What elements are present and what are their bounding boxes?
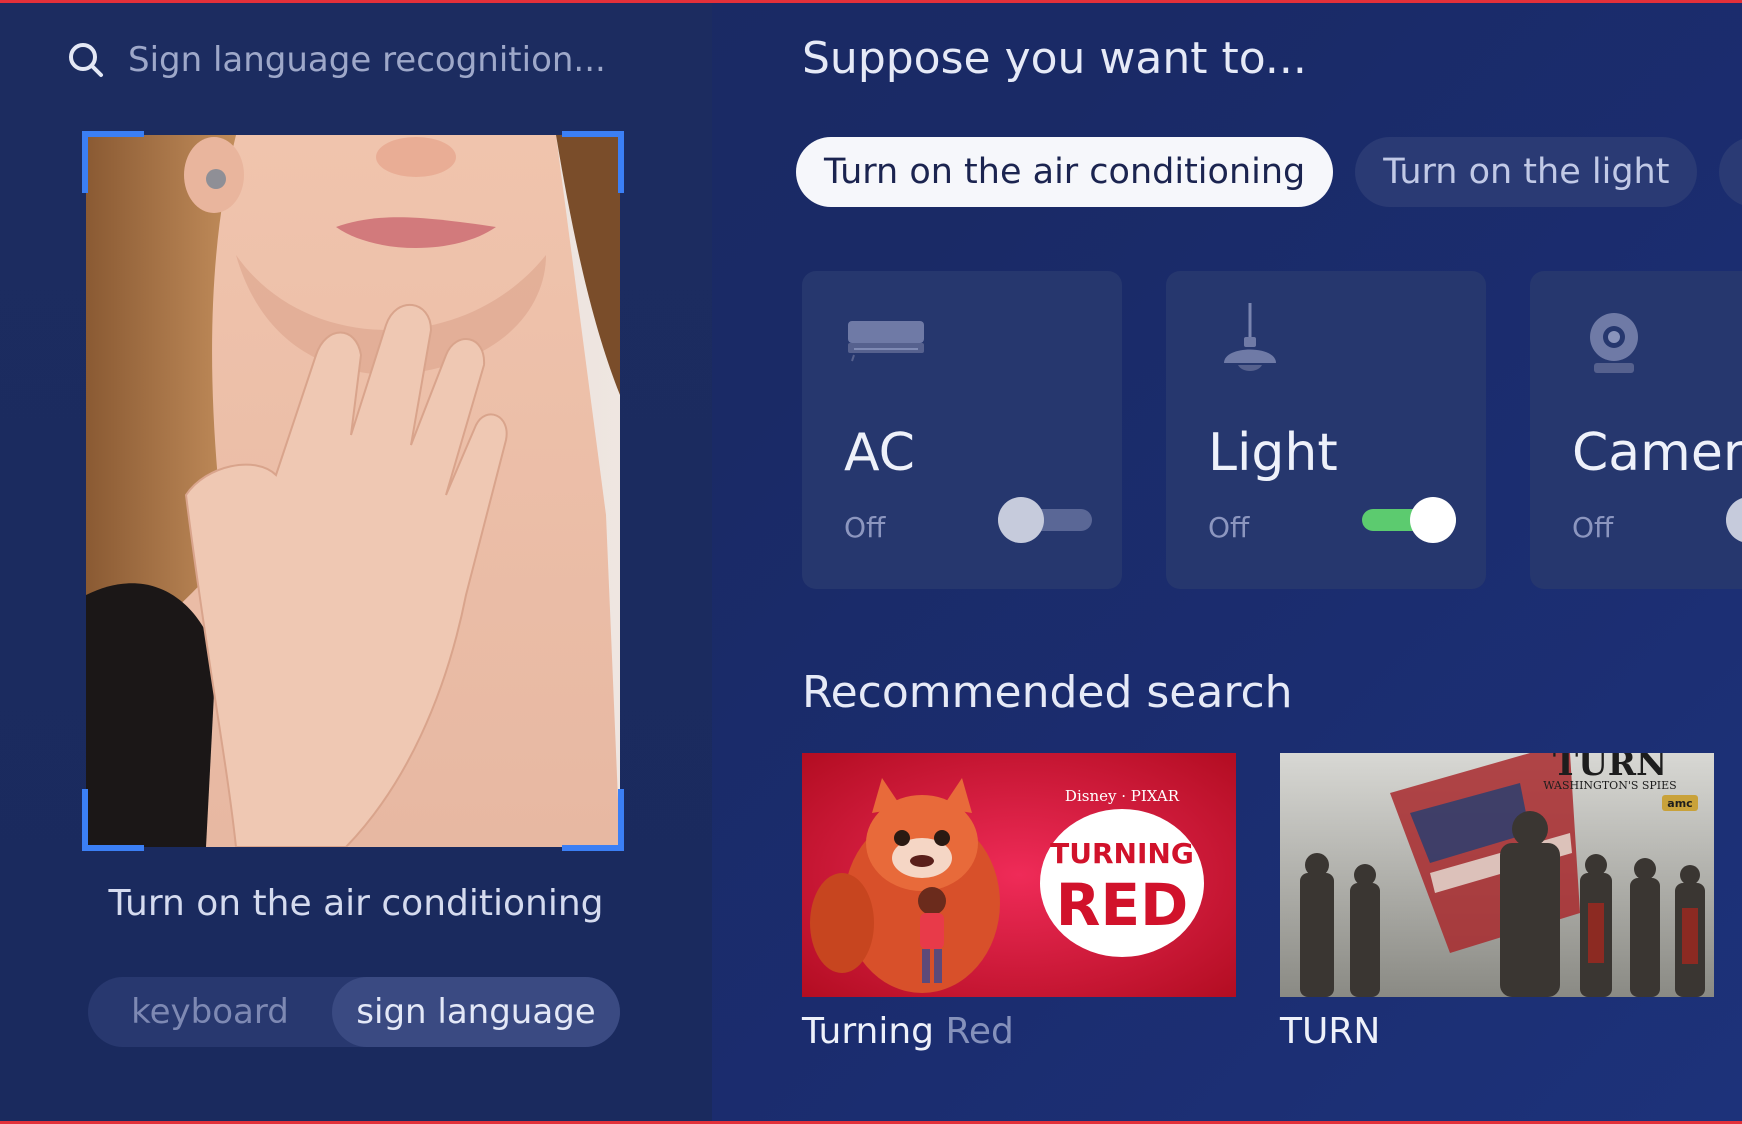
svg-text:RED: RED [1056, 871, 1188, 939]
recommended-item-title: TURN [1280, 1011, 1714, 1052]
chip-turn-on-ac[interactable]: Turn on the air conditioning [796, 137, 1334, 207]
device-name: Light [1208, 423, 1338, 483]
camera-feed-image [86, 135, 620, 847]
input-mode-toggle[interactable]: keyboard sign language [88, 977, 620, 1047]
device-status: Off [844, 511, 886, 544]
search-input[interactable] [126, 39, 650, 81]
device-card-ac[interactable]: AC Off [802, 271, 1122, 589]
svg-text:WASHINGTON'S SPIES: WASHINGTON'S SPIES [1543, 779, 1676, 792]
air-conditioner-icon [844, 303, 928, 387]
turning-red-poster[interactable]: Disney · PIXAR TURNING RED [802, 753, 1236, 997]
camera-icon [1572, 303, 1656, 387]
recommended-item[interactable]: TURN WASHINGTON'S SPIES amc TURN [1280, 753, 1714, 1052]
device-cards: AC Off Light Off Camer Off [802, 271, 1742, 589]
sign-language-search-screen: Turn on the air conditioning keyboard si… [0, 0, 1742, 1124]
sign-input-panel: Turn on the air conditioning keyboard si… [0, 3, 712, 1124]
device-status: Off [1208, 511, 1250, 544]
ac-power-switch[interactable] [998, 497, 1092, 543]
recommended-list: Disney · PIXAR TURNING RED Turning Red T… [802, 753, 1714, 1052]
suggestions-title: Suppose you want to... [802, 33, 1307, 84]
search-bar[interactable] [66, 39, 650, 81]
switch-knob [1726, 497, 1742, 543]
recognition-result: Turn on the air conditioning [108, 883, 604, 924]
chip-partial[interactable]: T [1719, 137, 1742, 207]
recommended-item[interactable]: Disney · PIXAR TURNING RED Turning Red [802, 753, 1236, 1052]
device-card-light[interactable]: Light Off [1166, 271, 1486, 589]
results-panel: Suppose you want to... Turn on the air c… [712, 3, 1742, 1124]
recommended-title: Recommended search [802, 667, 1293, 718]
recommended-item-title: Turning Red [802, 1011, 1236, 1052]
title-main: Turning [802, 1011, 934, 1052]
switch-knob [1410, 497, 1456, 543]
device-card-camera[interactable]: Camer Off [1530, 271, 1742, 589]
sign-language-mode-button[interactable]: sign language [332, 977, 620, 1047]
frame-corner-bottom-left [82, 789, 144, 851]
title-dim: Red [945, 1011, 1014, 1052]
svg-text:TURNING: TURNING [1050, 837, 1194, 870]
camera-power-switch[interactable] [1726, 497, 1742, 543]
keyboard-mode-button[interactable]: keyboard [88, 977, 332, 1047]
camera-viewfinder [82, 131, 624, 851]
chip-turn-on-light[interactable]: Turn on the light [1355, 137, 1698, 207]
ceiling-lamp-icon [1208, 303, 1292, 387]
light-power-switch[interactable] [1362, 497, 1456, 543]
search-icon [66, 40, 106, 80]
svg-text:Disney · PIXAR: Disney · PIXAR [1065, 787, 1180, 805]
device-name: AC [844, 423, 915, 483]
frame-corner-bottom-right [562, 789, 624, 851]
title-main: TURN [1280, 1011, 1381, 1052]
device-status: Off [1572, 511, 1614, 544]
frame-corner-top-right [562, 131, 624, 193]
svg-text:amc: amc [1667, 797, 1692, 810]
suggestion-chips: Turn on the air conditioning Turn on the… [796, 137, 1742, 207]
frame-corner-top-left [82, 131, 144, 193]
device-name: Camer [1572, 423, 1742, 483]
switch-knob [998, 497, 1044, 543]
turn-poster[interactable]: TURN WASHINGTON'S SPIES amc [1280, 753, 1714, 997]
